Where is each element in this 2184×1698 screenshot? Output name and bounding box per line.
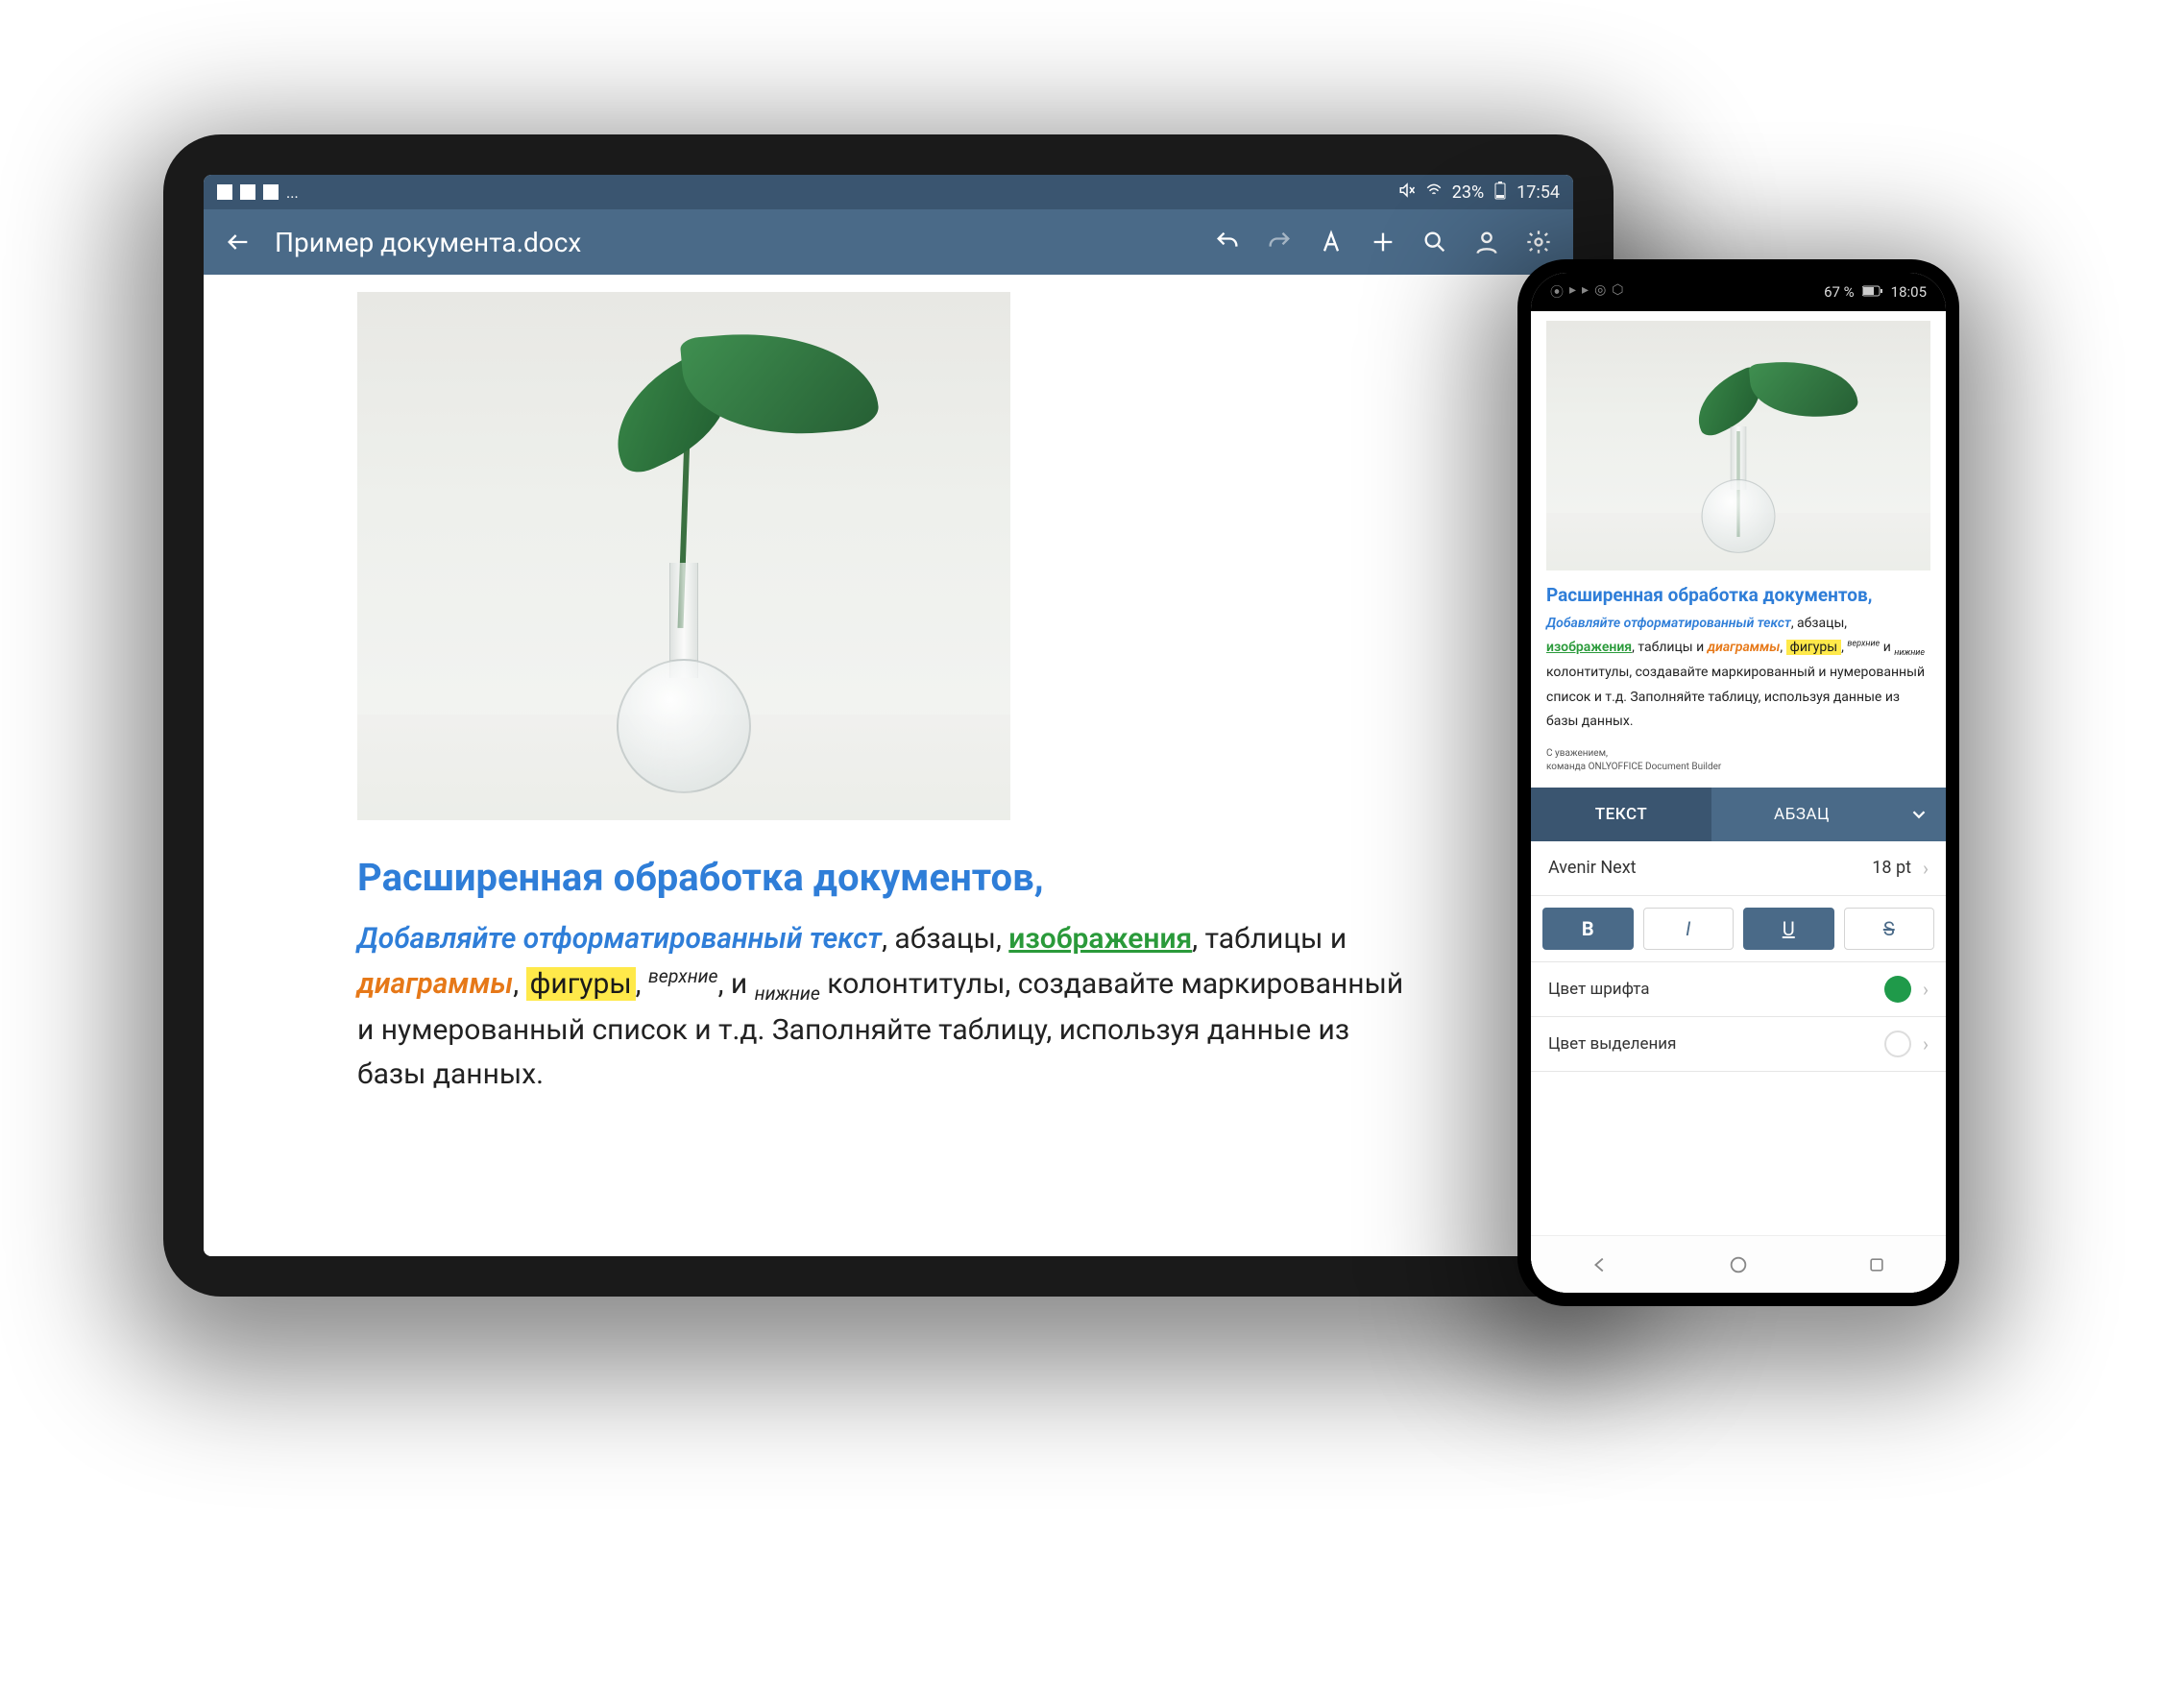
document-heading[interactable]: Расширенная обработка документов, [357, 855, 1420, 900]
search-icon[interactable] [1420, 227, 1450, 257]
text-segment[interactable]: , абзацы, [1791, 616, 1847, 631]
status-indicator-icon: ◎ [1594, 282, 1606, 302]
tab-paragraph[interactable]: АБЗАЦ [1711, 788, 1892, 841]
strikethrough-button[interactable]: S [1844, 908, 1935, 950]
font-size-value: 18 pt [1872, 858, 1911, 878]
battery-percent: 67 % [1824, 283, 1855, 301]
font-color-row[interactable]: Цвет шрифта › [1531, 962, 1946, 1017]
phone-status-bar: ⦿ ▸ ▸ ◎ ⬡ 67 % 18:05 [1531, 273, 1946, 311]
tablet-status-bar: ... 23% 17:54 [204, 175, 1573, 209]
status-time: 18:05 [1891, 283, 1927, 301]
formatted-orange-italic[interactable]: диаграммы [357, 967, 513, 1001]
formatting-panel: ТЕКСТ АБЗАЦ Avenir Next 18 pt › B I U S [1531, 788, 1946, 1293]
mute-icon [1398, 182, 1416, 204]
chevron-right-icon: › [1923, 978, 1929, 1001]
formatted-highlight[interactable]: фигуры [1786, 640, 1841, 655]
formatted-superscript[interactable]: верхние [1847, 640, 1880, 649]
text-segment[interactable]: , таблицы и [1632, 640, 1708, 655]
highlight-color-row[interactable]: Цвет выделения › [1531, 1017, 1946, 1072]
formatted-superscript[interactable]: верхние [648, 965, 718, 987]
status-indicator-icon: ⦿ [1550, 282, 1564, 302]
phone-status-left: ⦿ ▸ ▸ ◎ ⬡ [1550, 282, 1624, 302]
battery-percent: 23% [1452, 182, 1484, 203]
battery-icon [1862, 283, 1883, 301]
formatting-tabs: ТЕКСТ АБЗАЦ [1531, 788, 1946, 841]
tablet-app-bar: Пример документа.docx [204, 209, 1573, 275]
formatted-green-underline[interactable]: изображения [1546, 640, 1632, 655]
formatted-green-underline[interactable]: изображения [1008, 922, 1192, 956]
collapse-panel-icon[interactable] [1892, 804, 1946, 825]
phone-status-right: 67 % 18:05 [1824, 283, 1927, 301]
formatted-highlight[interactable]: фигуры [526, 967, 636, 1001]
redo-icon[interactable] [1264, 227, 1295, 257]
status-right-icons: 23% 17:54 [1398, 181, 1560, 205]
phone-device-frame: ⦿ ▸ ▸ ◎ ⬡ 67 % 18:05 Расши [1517, 259, 1959, 1306]
italic-button[interactable]: I [1643, 908, 1735, 950]
text-segment[interactable]: колонтитулы, создавайте маркированный и … [1546, 665, 1925, 728]
tablet-document-canvas[interactable]: Расширенная обработка документов, Добавл… [204, 275, 1573, 1256]
text-style-buttons: B I U S [1531, 896, 1946, 962]
status-indicator-icon: ▸ [1582, 282, 1589, 302]
nav-back-icon[interactable] [1586, 1250, 1614, 1279]
font-picker-row[interactable]: Avenir Next 18 pt › [1531, 841, 1946, 896]
signature-line[interactable]: команда ONLYOFFICE Document Builder [1546, 761, 1930, 774]
font-color-label: Цвет шрифта [1548, 980, 1650, 999]
text-segment[interactable]: , [636, 967, 648, 1001]
bold-button[interactable]: B [1542, 908, 1634, 950]
tablet-device-frame: ... 23% 17:54 Пример документа.docx [163, 134, 1614, 1297]
underline-button[interactable]: U [1743, 908, 1834, 950]
wifi-icon [1425, 182, 1443, 204]
bold-label: B [1582, 917, 1594, 940]
document-signature[interactable]: С уважением, команда ONLYOFFICE Document… [1546, 747, 1930, 774]
document-title: Пример документа.docx [275, 227, 1191, 258]
undo-icon[interactable] [1212, 227, 1243, 257]
signature-line[interactable]: С уважением, [1546, 747, 1930, 761]
text-segment[interactable]: , [513, 967, 525, 1001]
highlight-color-swatch [1884, 1031, 1911, 1057]
phone-screen: ⦿ ▸ ▸ ◎ ⬡ 67 % 18:05 Расши [1531, 273, 1946, 1293]
notif-icon [240, 184, 255, 200]
document-body-text[interactable]: Добавляйте отформатированный текст, абза… [357, 917, 1420, 1098]
notif-more: ... [286, 183, 299, 202]
notif-icon [263, 184, 279, 200]
status-indicator-icon: ⬡ [1612, 282, 1623, 302]
formatted-subscript[interactable]: нижние [755, 982, 820, 1005]
add-icon[interactable] [1368, 227, 1398, 257]
chevron-right-icon: › [1923, 857, 1929, 880]
status-time: 17:54 [1517, 182, 1560, 203]
text-segment[interactable]: , абзацы, [882, 922, 1008, 956]
nav-recent-icon[interactable] [1862, 1250, 1891, 1279]
text-format-icon[interactable] [1316, 227, 1347, 257]
document-heading[interactable]: Расширенная обработка документов, [1546, 584, 1930, 606]
document-image-placeholder[interactable] [357, 292, 1010, 820]
chevron-right-icon: › [1923, 1032, 1929, 1055]
phone-nav-bar [1531, 1235, 1946, 1293]
text-segment[interactable]: , [1780, 640, 1785, 655]
tablet-screen: ... 23% 17:54 Пример документа.docx [204, 175, 1573, 1256]
highlight-color-label: Цвет выделения [1548, 1034, 1676, 1054]
formatted-orange-italic[interactable]: диаграммы [1708, 640, 1781, 655]
tab-text[interactable]: ТЕКСТ [1531, 788, 1711, 841]
phone-document-canvas[interactable]: Расширенная обработка документов, Добавл… [1531, 311, 1946, 788]
formatted-subscript[interactable]: нижние [1894, 648, 1925, 658]
status-indicator-icon: ▸ [1569, 282, 1576, 302]
gear-icon[interactable] [1523, 227, 1554, 257]
notif-icon [217, 184, 232, 200]
back-icon[interactable] [223, 227, 254, 257]
status-left-icons: ... [217, 183, 299, 202]
user-icon[interactable] [1471, 227, 1502, 257]
text-segment[interactable]: , и [718, 967, 755, 1001]
battery-icon [1493, 181, 1507, 205]
document-body-text[interactable]: Добавляйте отформатированный текст, абза… [1546, 612, 1930, 734]
text-segment[interactable]: , таблицы и [1192, 922, 1347, 956]
text-segment[interactable]: и [1880, 640, 1894, 655]
nav-home-icon[interactable] [1724, 1250, 1753, 1279]
formatted-blue-italic[interactable]: Добавляйте отформатированный текст [357, 922, 882, 956]
font-color-swatch [1884, 976, 1911, 1003]
formatted-blue-italic[interactable]: Добавляйте отформатированный текст [1546, 616, 1791, 631]
document-image-placeholder[interactable] [1546, 321, 1930, 570]
font-name-value: Avenir Next [1548, 858, 1637, 878]
